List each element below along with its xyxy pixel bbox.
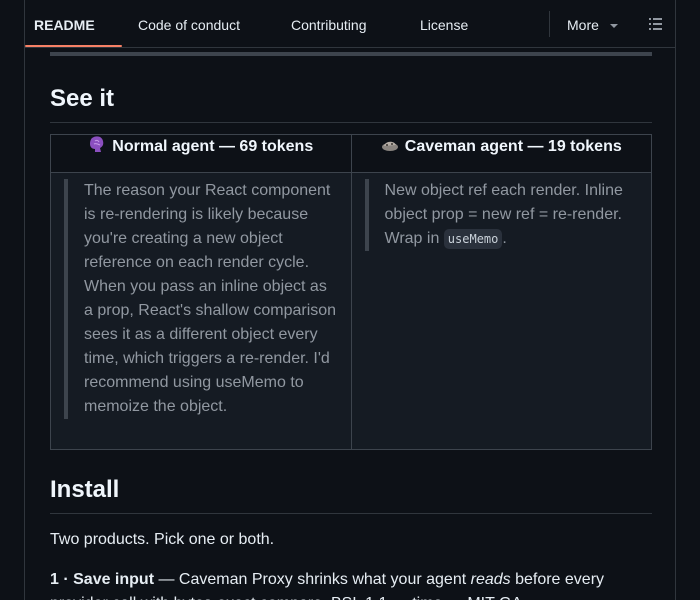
readme-tabs: README Code of conduct Contributing Lice… [25, 0, 675, 48]
more-dropdown-button[interactable]: More [567, 0, 618, 48]
caveman-agent-response: New object ref each render. Inline objec… [364, 179, 639, 251]
install-item-1: 1 · Save input — Caveman Proxy shrinks w… [50, 568, 660, 600]
previous-section-edge [50, 52, 652, 56]
install-item-text: — Caveman Proxy shrinks what your agent [154, 571, 471, 588]
comparison-table: Normal agent — 69 tokens Caveman agent —… [50, 134, 653, 450]
tabs-divider [549, 11, 550, 37]
caveman-agent-icon [381, 135, 399, 158]
tab-license[interactable]: License [420, 0, 468, 48]
caveman-response-end: . [502, 230, 507, 247]
see-it-heading: See it [50, 84, 652, 123]
tab-readme[interactable]: README [34, 0, 95, 48]
normal-agent-response: The reason your React component is re-re… [64, 179, 339, 419]
reads-emphasis: reads [470, 571, 511, 588]
normal-agent-header: Normal agent — 69 tokens [50, 134, 352, 173]
save-input-label: 1 · Save input [50, 571, 155, 588]
caveman-agent-header: Caveman agent — 19 tokens [350, 134, 653, 173]
usememo-code: useMemo [443, 229, 503, 249]
active-tab-indicator [25, 45, 122, 47]
normal-agent-cell: The reason your React component is re-re… [50, 172, 352, 450]
install-intro: Two products. Pick one or both. [50, 531, 275, 548]
outline-list-icon[interactable] [647, 16, 665, 32]
normal-agent-icon [88, 135, 106, 158]
tab-contributing[interactable]: Contributing [291, 0, 367, 48]
readme-panel: README Code of conduct Contributing Lice… [24, 0, 676, 600]
normal-agent-title: Normal agent — 69 tokens [112, 138, 314, 155]
caveman-agent-title: Caveman agent — 19 tokens [404, 138, 622, 155]
more-label: More [567, 17, 599, 33]
install-heading: Install [50, 475, 652, 514]
caveman-agent-cell: New object ref each render. Inline objec… [350, 172, 653, 450]
chevron-down-icon [609, 24, 618, 28]
tab-code-of-conduct[interactable]: Code of conduct [138, 0, 240, 48]
